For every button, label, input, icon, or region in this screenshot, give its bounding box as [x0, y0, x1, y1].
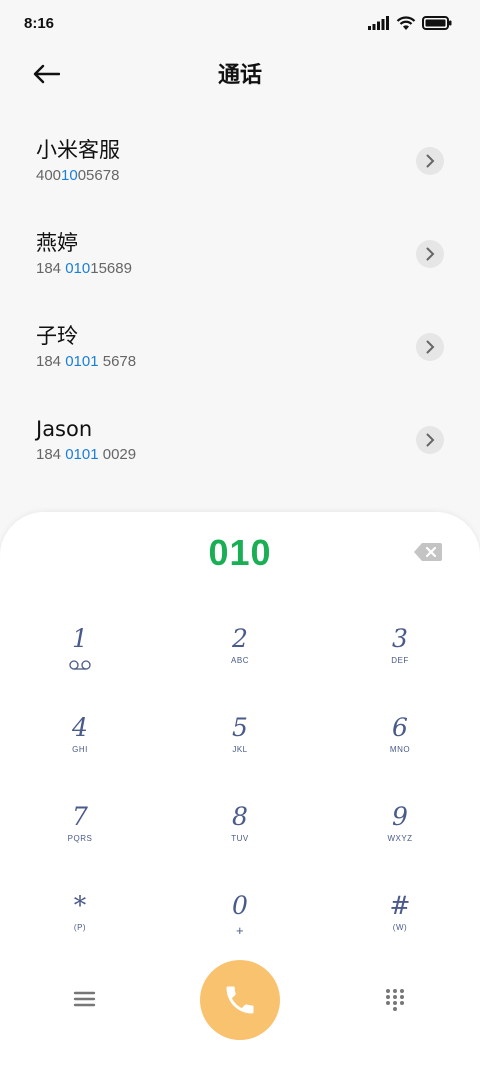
contact-name: 燕婷	[36, 231, 78, 255]
key-digit: 9	[392, 802, 408, 831]
number-suffix: 0029	[98, 446, 137, 463]
key-9[interactable]: 9 WXYZ	[320, 790, 480, 879]
list-item[interactable]: Jason 184 0101 0029	[0, 393, 480, 486]
contact-number: 184 0101 0029	[36, 445, 480, 465]
key-letters: (W)	[392, 923, 408, 932]
key-letters: GHI	[72, 745, 88, 754]
contact-number: 4001005678	[36, 166, 480, 186]
contact-list: 小米客服 4001005678 燕婷 184 01015689 子玲 184 0…	[0, 114, 480, 486]
key-digit: 8	[232, 802, 248, 831]
number-match: 0101	[65, 446, 99, 463]
call-button[interactable]	[200, 960, 280, 1040]
dialpad-panel: 010 1 2 ABC 3 DEF 4 GHI 5 JKL 6 MNO 7 PQ…	[0, 512, 480, 1066]
key-digit: 4	[72, 713, 88, 742]
keypad-toggle-button[interactable]	[384, 988, 406, 1012]
list-item[interactable]: 小米客服 4001005678	[0, 114, 480, 207]
key-4[interactable]: 4 GHI	[0, 701, 160, 790]
number-match: 010	[65, 260, 91, 277]
list-item[interactable]: 燕婷 184 01015689	[0, 207, 480, 300]
menu-icon	[73, 991, 96, 1007]
wifi-icon	[396, 15, 416, 30]
key-digit: *	[73, 891, 87, 920]
contact-number: 184 01015689	[36, 259, 480, 279]
key-hash[interactable]: # (W)	[320, 879, 480, 968]
menu-button[interactable]	[72, 988, 98, 1010]
status-icons	[368, 15, 452, 31]
detail-button[interactable]	[416, 240, 444, 268]
key-8[interactable]: 8 TUV	[160, 790, 320, 879]
bottom-bar	[0, 960, 480, 1042]
detail-button[interactable]	[416, 426, 444, 454]
number-prefix: 184	[36, 260, 66, 277]
key-letters: MNO	[389, 745, 411, 754]
key-digit: 0	[232, 891, 248, 920]
key-2[interactable]: 2 ABC	[160, 612, 320, 701]
chevron-right-icon	[426, 340, 435, 354]
key-6[interactable]: 6 MNO	[320, 701, 480, 790]
arrow-left-icon	[33, 64, 60, 84]
key-5[interactable]: 5 JKL	[160, 701, 320, 790]
number-match: 10	[61, 167, 78, 184]
contact-name: Jason	[36, 417, 93, 441]
voicemail-icon	[69, 660, 91, 670]
key-digit: 3	[392, 624, 408, 653]
number-prefix: 184	[36, 353, 66, 370]
key-digit: 7	[72, 802, 88, 831]
key-letters: WXYZ	[387, 834, 413, 843]
backspace-icon	[414, 543, 442, 561]
number-suffix: 5678	[98, 353, 137, 370]
key-0[interactable]: 0 +	[160, 879, 320, 968]
contact-name: 小米客服	[36, 138, 120, 162]
contact-number: 184 0101 5678	[36, 352, 480, 372]
header: 通话	[0, 46, 480, 100]
battery-icon	[422, 16, 452, 30]
number-prefix: 184	[36, 446, 66, 463]
number-match: 0101	[65, 353, 99, 370]
chevron-right-icon	[426, 247, 435, 261]
key-letters: (P)	[73, 923, 87, 932]
key-1[interactable]: 1	[0, 612, 160, 701]
dialed-number: 010	[208, 532, 272, 573]
keypad: 1 2 ABC 3 DEF 4 GHI 5 JKL 6 MNO 7 PQRS 8…	[0, 612, 480, 968]
key-letters: ABC	[231, 656, 249, 665]
signal-icon	[368, 16, 389, 30]
contact-name: 子玲	[36, 324, 78, 348]
chevron-right-icon	[426, 433, 435, 447]
detail-button[interactable]	[416, 147, 444, 175]
status-time: 8:16	[24, 14, 55, 32]
key-digit: 2	[232, 624, 248, 653]
key-letters: JKL	[232, 745, 248, 754]
key-letters: TUV	[231, 834, 249, 843]
back-button[interactable]	[28, 56, 64, 92]
key-star[interactable]: * (P)	[0, 879, 160, 968]
chevron-right-icon	[426, 154, 435, 168]
number-suffix: 15689	[90, 260, 132, 277]
keypad-icon	[386, 989, 404, 1011]
key-letters: DEF	[391, 656, 409, 665]
key-7[interactable]: 7 PQRS	[0, 790, 160, 879]
number-prefix: 400	[36, 167, 62, 184]
key-letters: +	[235, 923, 245, 938]
key-digit: 5	[232, 713, 248, 742]
number-suffix: 05678	[77, 167, 120, 184]
key-3[interactable]: 3 DEF	[320, 612, 480, 701]
key-digit: 6	[392, 713, 408, 742]
page-title: 通话	[217, 63, 262, 88]
key-letters: PQRS	[67, 834, 93, 843]
key-digit: 1	[72, 624, 88, 653]
list-item[interactable]: 子玲 184 0101 5678	[0, 300, 480, 393]
status-bar: 8:16	[0, 0, 480, 46]
detail-button[interactable]	[416, 333, 444, 361]
key-digit: #	[389, 891, 411, 920]
phone-icon	[226, 986, 254, 1014]
backspace-button[interactable]	[414, 542, 442, 562]
